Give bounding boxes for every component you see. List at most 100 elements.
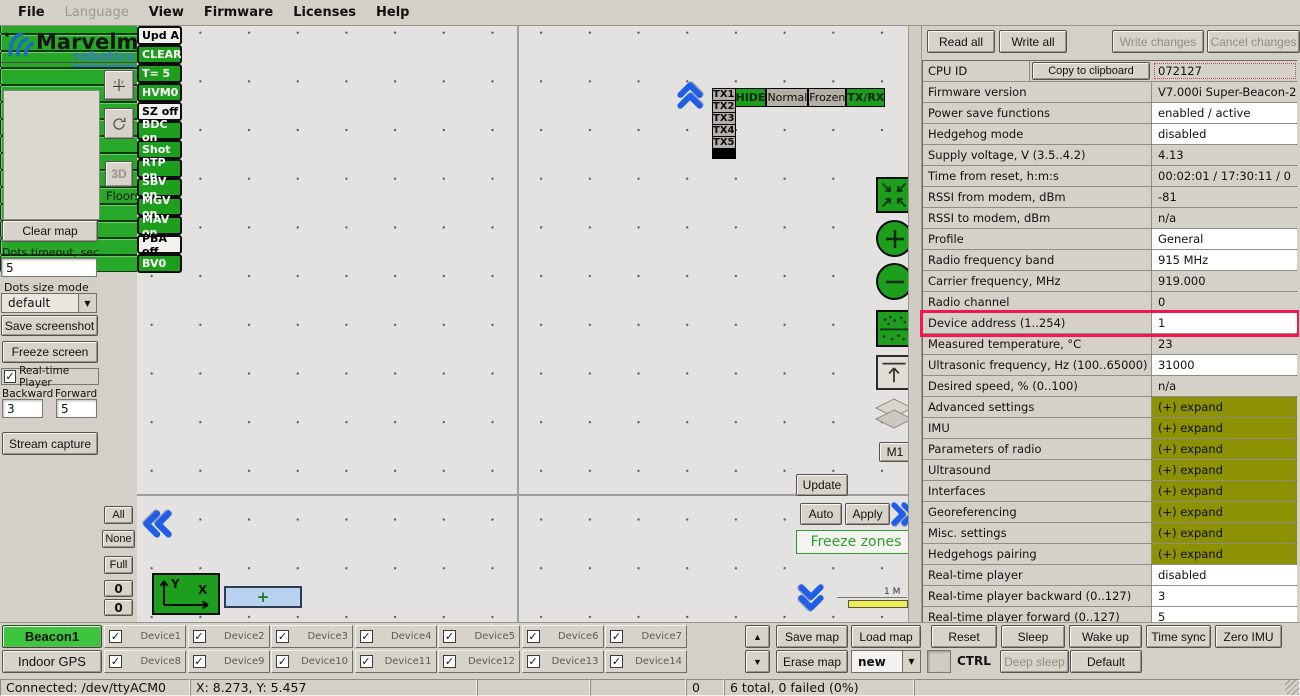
map-tool-button[interactable]: Upd A xyxy=(137,26,182,45)
clear-map-button[interactable]: Clear map xyxy=(2,220,98,242)
upload-zone-button[interactable] xyxy=(876,355,908,390)
device-checkbox[interactable]: ✓ xyxy=(360,630,373,643)
menu-item[interactable]: Licenses xyxy=(283,5,366,20)
parameter-value[interactable]: 31000 xyxy=(1152,355,1297,375)
menu-item[interactable]: View xyxy=(139,5,194,20)
tx-column-header[interactable]: TX4 xyxy=(712,124,736,137)
tx-column-header[interactable]: TX2 xyxy=(712,100,736,113)
add-submap-button[interactable]: + xyxy=(224,586,302,608)
cancel-changes-button[interactable]: Cancel changes xyxy=(1207,30,1300,53)
time-sync-button[interactable]: Time sync xyxy=(1146,625,1211,648)
beacon1-button[interactable]: Beacon1 xyxy=(2,625,102,648)
dropdown-arrow-icon[interactable]: ▼ xyxy=(902,651,920,672)
layers-icon[interactable] xyxy=(873,397,908,433)
parameter-value[interactable]: (+) expand xyxy=(1152,544,1297,564)
reset-button[interactable]: Reset xyxy=(931,625,997,648)
dots-size-mode-select[interactable]: default ▼ xyxy=(1,293,97,313)
tx-column-header[interactable]: TX3 xyxy=(712,112,736,125)
wake-up-button[interactable]: Wake up xyxy=(1069,625,1142,648)
device-checkbox[interactable]: ✓ xyxy=(610,630,623,643)
copy-to-clipboard-button[interactable]: Copy to clipboard xyxy=(1032,62,1150,80)
device-checkbox[interactable]: ✓ xyxy=(360,655,373,668)
device-checkbox[interactable]: ✓ xyxy=(443,655,456,668)
tx-column-header[interactable]: TX5 xyxy=(712,136,736,149)
map-canvas[interactable]: TX1TX2TX3TX4TX5 HIDENormalFrozenTX/RX Up… xyxy=(137,26,908,622)
parameter-value[interactable]: n/a xyxy=(1152,208,1297,228)
parameter-value[interactable]: disabled xyxy=(1152,124,1297,144)
update-button[interactable]: Update xyxy=(796,474,848,496)
scroll-devices-up-button[interactable]: ▲ xyxy=(745,625,770,648)
parameter-value[interactable]: (+) expand xyxy=(1152,418,1297,438)
map-tool-button[interactable]: PBA off xyxy=(137,235,182,254)
zoom-in-button[interactable] xyxy=(876,220,908,257)
tx-column-header[interactable]: TX1 xyxy=(712,88,736,101)
device-checkbox[interactable]: ✓ xyxy=(193,655,206,668)
map-tool-button[interactable]: CLEAR xyxy=(137,45,182,64)
parameter-value[interactable]: 919.000 xyxy=(1152,271,1297,291)
floors-full-button[interactable]: Full xyxy=(104,556,133,574)
stream-capture-button[interactable]: Stream capture xyxy=(2,432,98,455)
map-tool-button[interactable]: T= 5 xyxy=(137,64,182,83)
floors-all-button[interactable]: All xyxy=(104,506,133,524)
parameter-value[interactable]: 3 xyxy=(1152,586,1297,606)
parameter-value[interactable]: 0 xyxy=(1152,292,1297,312)
device-checkbox[interactable]: ✓ xyxy=(527,630,540,643)
parameter-value[interactable]: (+) expand xyxy=(1152,523,1297,543)
device-checkbox[interactable]: ✓ xyxy=(109,655,122,668)
tx-mode-button[interactable]: HIDE xyxy=(735,88,767,107)
expand-right-icon[interactable] xyxy=(891,502,908,526)
tx-mode-button[interactable]: Normal xyxy=(766,88,808,107)
backward-input[interactable]: 3 xyxy=(2,399,43,418)
dots-timeout-input[interactable]: 5 xyxy=(1,258,97,277)
map-name-select[interactable]: new ▼ xyxy=(851,650,921,673)
rotate-view-button[interactable] xyxy=(104,108,134,139)
tx-mode-button[interactable]: Frozen xyxy=(808,88,846,107)
sleep-button[interactable]: Sleep xyxy=(1001,625,1065,648)
device-checkbox[interactable]: ✓ xyxy=(610,655,623,668)
freeze-screen-button[interactable]: Freeze screen xyxy=(2,341,98,363)
load-map-button[interactable]: Load map xyxy=(851,625,921,648)
collapse-left-icon[interactable] xyxy=(142,510,172,538)
scroll-devices-down-button[interactable]: ▼ xyxy=(745,650,770,673)
indoor-gps-button[interactable]: Indoor GPS xyxy=(2,650,102,673)
menu-item[interactable]: Language xyxy=(55,5,139,20)
parameter-value[interactable]: (+) expand xyxy=(1152,439,1297,459)
write-changes-button[interactable]: Write changes xyxy=(1112,30,1204,53)
save-screenshot-button[interactable]: Save screenshot xyxy=(1,315,98,336)
view-3d-button[interactable]: 3D xyxy=(105,161,133,187)
device-checkbox[interactable]: ✓ xyxy=(193,630,206,643)
menu-item[interactable]: Firmware xyxy=(194,5,283,20)
parameter-value[interactable]: (+) expand xyxy=(1152,460,1297,480)
parameter-value[interactable]: 1 xyxy=(1152,313,1297,333)
parameter-value[interactable]: n/a xyxy=(1152,376,1297,396)
forward-input[interactable]: 5 xyxy=(56,399,97,418)
freeze-zones-button[interactable]: Freeze zones xyxy=(796,530,908,554)
parameter-value[interactable]: (+) expand xyxy=(1152,502,1297,522)
menu-item[interactable]: File xyxy=(8,5,55,20)
deep-sleep-button[interactable]: Deep sleep xyxy=(1000,650,1069,673)
fit-to-content-button[interactable] xyxy=(876,177,908,213)
dots-filter-button[interactable] xyxy=(876,310,908,347)
write-all-button[interactable]: Write all xyxy=(999,30,1067,53)
apply-button[interactable]: Apply xyxy=(845,503,890,525)
parameter-value[interactable]: (+) expand xyxy=(1152,481,1297,501)
collapse-up-icon[interactable] xyxy=(677,81,703,109)
parameter-value[interactable]: 23 xyxy=(1152,334,1297,354)
auto-button[interactable]: Auto xyxy=(800,503,842,525)
parameter-value[interactable]: -81 xyxy=(1152,187,1297,207)
device-checkbox[interactable]: ✓ xyxy=(109,630,122,643)
parameter-value[interactable]: 915 MHz xyxy=(1152,250,1297,270)
parameter-value[interactable]: (+) expand xyxy=(1152,397,1297,417)
axes-view-button[interactable]: xy xyxy=(104,70,134,100)
save-map-button[interactable]: Save map xyxy=(776,625,848,648)
floors-none-button[interactable]: None xyxy=(102,530,135,548)
tx-cell[interactable] xyxy=(712,157,736,159)
read-all-button[interactable]: Read all xyxy=(927,30,995,53)
parameter-value[interactable]: V7.000i Super-Beacon-2 xyxy=(1152,82,1297,102)
map-tool-button[interactable]: HVM0 xyxy=(137,83,182,102)
menu-item[interactable]: Help xyxy=(366,5,419,20)
erase-map-button[interactable]: Erase map xyxy=(776,650,848,673)
parameter-value[interactable]: enabled / active xyxy=(1152,103,1297,123)
realtime-player-checkbox[interactable]: ✓ xyxy=(4,370,16,383)
m1-button[interactable]: M1 xyxy=(879,442,908,462)
